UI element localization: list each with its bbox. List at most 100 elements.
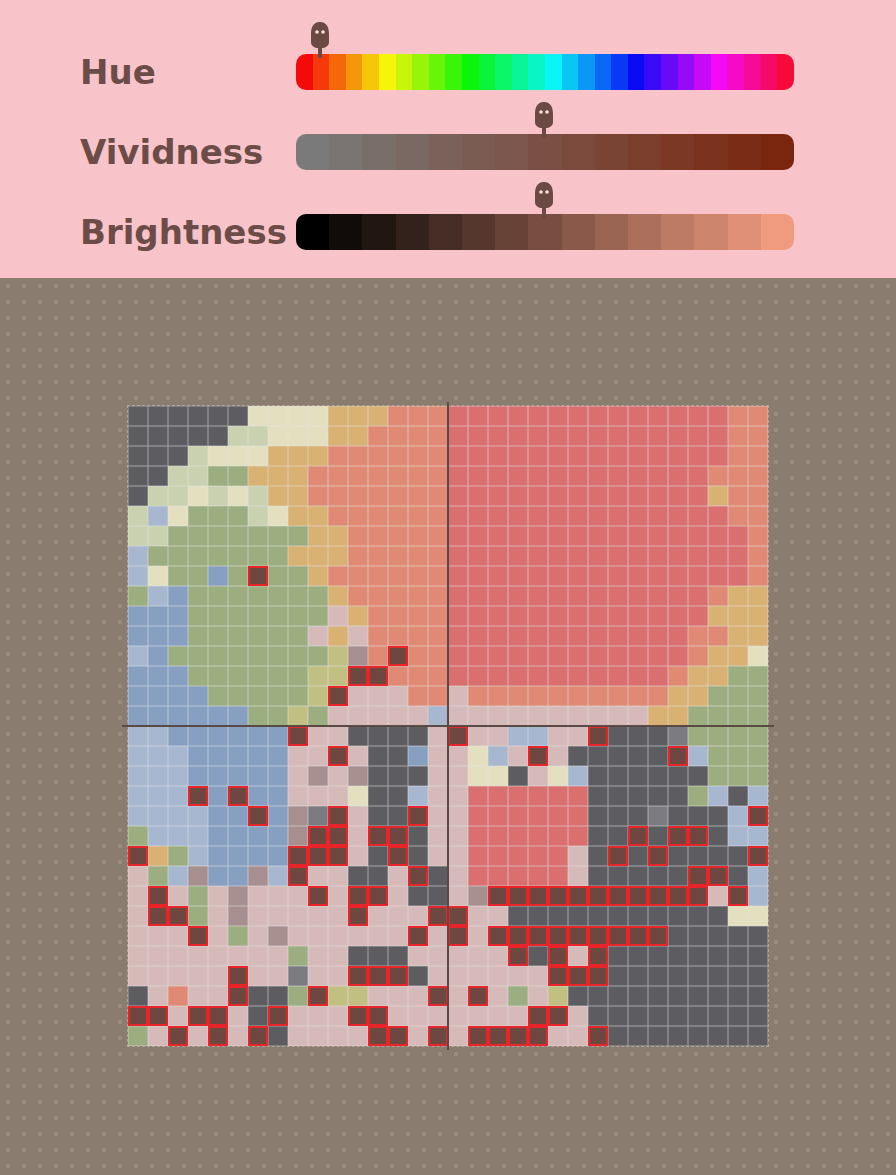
- pixel[interactable]: [628, 946, 648, 966]
- pixel[interactable]: [288, 546, 308, 566]
- pixel[interactable]: [548, 646, 568, 666]
- pixel[interactable]: [548, 806, 568, 826]
- pixel[interactable]: [708, 526, 728, 546]
- pixel[interactable]: [588, 806, 608, 826]
- pixel[interactable]: [328, 626, 348, 646]
- pixel[interactable]: [388, 786, 408, 806]
- pixel[interactable]: [428, 906, 448, 926]
- pixel[interactable]: [288, 746, 308, 766]
- pixel[interactable]: [128, 946, 148, 966]
- pixel[interactable]: [388, 466, 408, 486]
- pixel[interactable]: [328, 726, 348, 746]
- pixel[interactable]: [648, 626, 668, 646]
- pixel[interactable]: [668, 866, 688, 886]
- pixel[interactable]: [688, 426, 708, 446]
- pixel[interactable]: [128, 806, 148, 826]
- pixel[interactable]: [708, 586, 728, 606]
- pixel[interactable]: [608, 406, 628, 426]
- pixel[interactable]: [208, 806, 228, 826]
- pixel[interactable]: [568, 966, 588, 986]
- pixel[interactable]: [248, 526, 268, 546]
- pixel[interactable]: [288, 606, 308, 626]
- pixel[interactable]: [388, 686, 408, 706]
- pixel[interactable]: [668, 886, 688, 906]
- pixel[interactable]: [688, 966, 708, 986]
- pixel[interactable]: [588, 446, 608, 466]
- pixel[interactable]: [488, 866, 508, 886]
- pixel[interactable]: [268, 866, 288, 886]
- pixel[interactable]: [148, 566, 168, 586]
- pixel[interactable]: [328, 606, 348, 626]
- pixel[interactable]: [348, 906, 368, 926]
- pixel[interactable]: [348, 706, 368, 726]
- pixel[interactable]: [288, 826, 308, 846]
- pixel[interactable]: [608, 646, 628, 666]
- pixel[interactable]: [288, 766, 308, 786]
- pixel[interactable]: [608, 626, 628, 646]
- pixel[interactable]: [668, 806, 688, 826]
- pixel[interactable]: [528, 526, 548, 546]
- pixel[interactable]: [648, 486, 668, 506]
- pixel[interactable]: [308, 666, 328, 686]
- pixel[interactable]: [308, 826, 328, 846]
- pixel[interactable]: [468, 786, 488, 806]
- pixel[interactable]: [208, 446, 228, 466]
- pixel[interactable]: [708, 826, 728, 846]
- pixel[interactable]: [408, 826, 428, 846]
- pixel[interactable]: [248, 986, 268, 1006]
- pixel[interactable]: [648, 966, 668, 986]
- pixel[interactable]: [528, 926, 548, 946]
- pixel[interactable]: [628, 606, 648, 626]
- pixel[interactable]: [528, 726, 548, 746]
- pixel[interactable]: [708, 506, 728, 526]
- pixel[interactable]: [488, 986, 508, 1006]
- pixel[interactable]: [608, 866, 628, 886]
- pixel[interactable]: [568, 466, 588, 486]
- pixel[interactable]: [268, 506, 288, 526]
- pixel[interactable]: [268, 686, 288, 706]
- pixel[interactable]: [508, 646, 528, 666]
- pixel[interactable]: [168, 666, 188, 686]
- pixel[interactable]: [168, 706, 188, 726]
- pixel[interactable]: [588, 586, 608, 606]
- pixel[interactable]: [428, 526, 448, 546]
- pixel[interactable]: [488, 546, 508, 566]
- pixel[interactable]: [508, 1006, 528, 1026]
- pixel[interactable]: [648, 1006, 668, 1026]
- pixel[interactable]: [748, 846, 768, 866]
- pixel[interactable]: [588, 926, 608, 946]
- pixel[interactable]: [668, 786, 688, 806]
- pixel[interactable]: [568, 766, 588, 786]
- pixel[interactable]: [228, 806, 248, 826]
- pixel[interactable]: [708, 406, 728, 426]
- pixel[interactable]: [128, 706, 148, 726]
- pixel[interactable]: [628, 686, 648, 706]
- slider-track[interactable]: [296, 54, 794, 90]
- pixel[interactable]: [628, 426, 648, 446]
- pixel[interactable]: [528, 906, 548, 926]
- pixel[interactable]: [268, 726, 288, 746]
- slider-thumb-icon[interactable]: [533, 180, 555, 220]
- pixel[interactable]: [688, 406, 708, 426]
- pixel[interactable]: [168, 766, 188, 786]
- pixel[interactable]: [408, 506, 428, 526]
- pixel[interactable]: [188, 626, 208, 646]
- pixel[interactable]: [748, 946, 768, 966]
- pixel[interactable]: [448, 626, 468, 646]
- pixel[interactable]: [168, 586, 188, 606]
- pixel[interactable]: [248, 1026, 268, 1046]
- pixel[interactable]: [628, 586, 648, 606]
- pixel[interactable]: [428, 986, 448, 1006]
- pixel[interactable]: [448, 706, 468, 726]
- pixel[interactable]: [268, 946, 288, 966]
- pixel[interactable]: [728, 946, 748, 966]
- pixel[interactable]: [728, 726, 748, 746]
- pixel[interactable]: [148, 866, 168, 886]
- pixel[interactable]: [448, 486, 468, 506]
- pixel[interactable]: [688, 686, 708, 706]
- pixel[interactable]: [388, 1026, 408, 1046]
- pixel[interactable]: [648, 826, 668, 846]
- pixel[interactable]: [408, 626, 428, 646]
- slider-thumb-icon[interactable]: [309, 20, 331, 60]
- pixel[interactable]: [628, 966, 648, 986]
